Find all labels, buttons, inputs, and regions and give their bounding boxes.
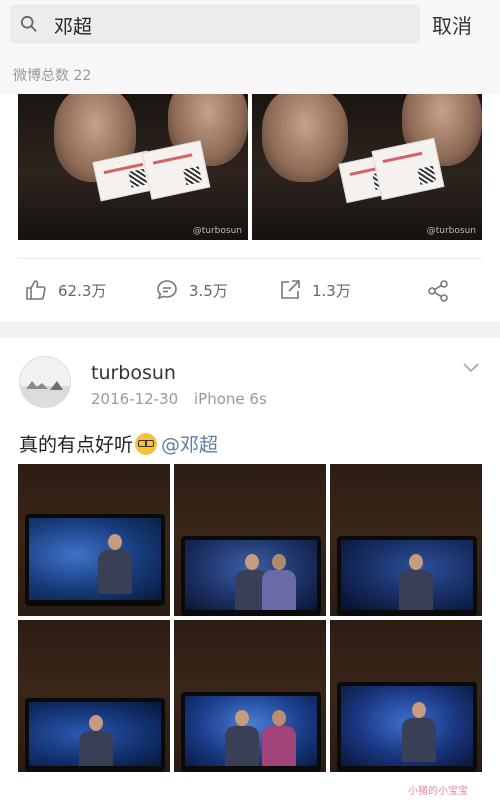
- tv-frame: [25, 698, 165, 772]
- search-query: 邓超: [54, 16, 93, 38]
- ticket-image: [371, 137, 445, 201]
- search-header: 邓超 取消: [0, 0, 500, 50]
- share-arrow-icon: [281, 280, 300, 299]
- repost-button[interactable]: 1.3万: [278, 278, 351, 302]
- tv-screen: [29, 702, 161, 766]
- grid-photo[interactable]: [18, 464, 170, 616]
- tv-screen: [185, 696, 317, 766]
- tv-screen: [341, 540, 473, 610]
- comment-icon: [157, 280, 177, 300]
- post-separator: [0, 322, 500, 338]
- tv-frame: [181, 536, 321, 616]
- nerd-emoji-icon: [135, 432, 158, 455]
- divider: [18, 258, 482, 259]
- tv-frame: [337, 682, 477, 772]
- result-count: 微博总数 22: [13, 68, 92, 84]
- post-body: 真的有点好听: [19, 434, 134, 456]
- ticket-image: [141, 140, 211, 200]
- comment-button[interactable]: 3.5万: [155, 278, 228, 302]
- like-button[interactable]: 62.3万: [24, 278, 106, 302]
- photo-watermark: @turbosun: [426, 226, 476, 236]
- share-icon[interactable]: [426, 279, 450, 303]
- post-text: 真的有点好听 @邓超: [19, 430, 218, 457]
- post-photo[interactable]: @turbosun: [18, 94, 248, 240]
- search-icon: [20, 15, 37, 32]
- username[interactable]: turbosun: [91, 362, 176, 384]
- tv-frame: [25, 514, 165, 606]
- repost-count: 1.3万: [312, 281, 351, 300]
- cancel-button[interactable]: 取消: [432, 10, 472, 39]
- result-count-bar: 微博总数 22: [0, 50, 500, 94]
- tv-frame: [337, 536, 477, 616]
- comment-count: 3.5万: [189, 281, 228, 300]
- mention-link[interactable]: @邓超: [161, 430, 218, 457]
- post-device: iPhone 6s: [194, 390, 267, 408]
- grid-photo[interactable]: [18, 620, 170, 772]
- post-date: 2016-12-30: [91, 390, 179, 408]
- like-count: 62.3万: [58, 281, 107, 300]
- person-face: [262, 94, 348, 182]
- thumbs-up-icon: [26, 280, 46, 300]
- tv-frame: [181, 692, 321, 772]
- avatar[interactable]: [19, 356, 71, 408]
- tv-screen: [185, 540, 317, 610]
- grid-photo[interactable]: [174, 620, 326, 772]
- corner-watermark: 小猪的小宝宝: [408, 786, 468, 797]
- grid-photo[interactable]: [330, 620, 482, 772]
- grid-photo[interactable]: [330, 464, 482, 616]
- tv-screen: [341, 686, 473, 766]
- photo-watermark: @turbosun: [192, 226, 242, 236]
- grid-photo[interactable]: [174, 464, 326, 616]
- post-photo[interactable]: @turbosun: [252, 94, 482, 240]
- chevron-down-icon[interactable]: [462, 362, 480, 374]
- search-input[interactable]: 邓超: [10, 5, 420, 43]
- snow-scene-icon: [26, 381, 63, 390]
- tv-screen: [29, 518, 161, 600]
